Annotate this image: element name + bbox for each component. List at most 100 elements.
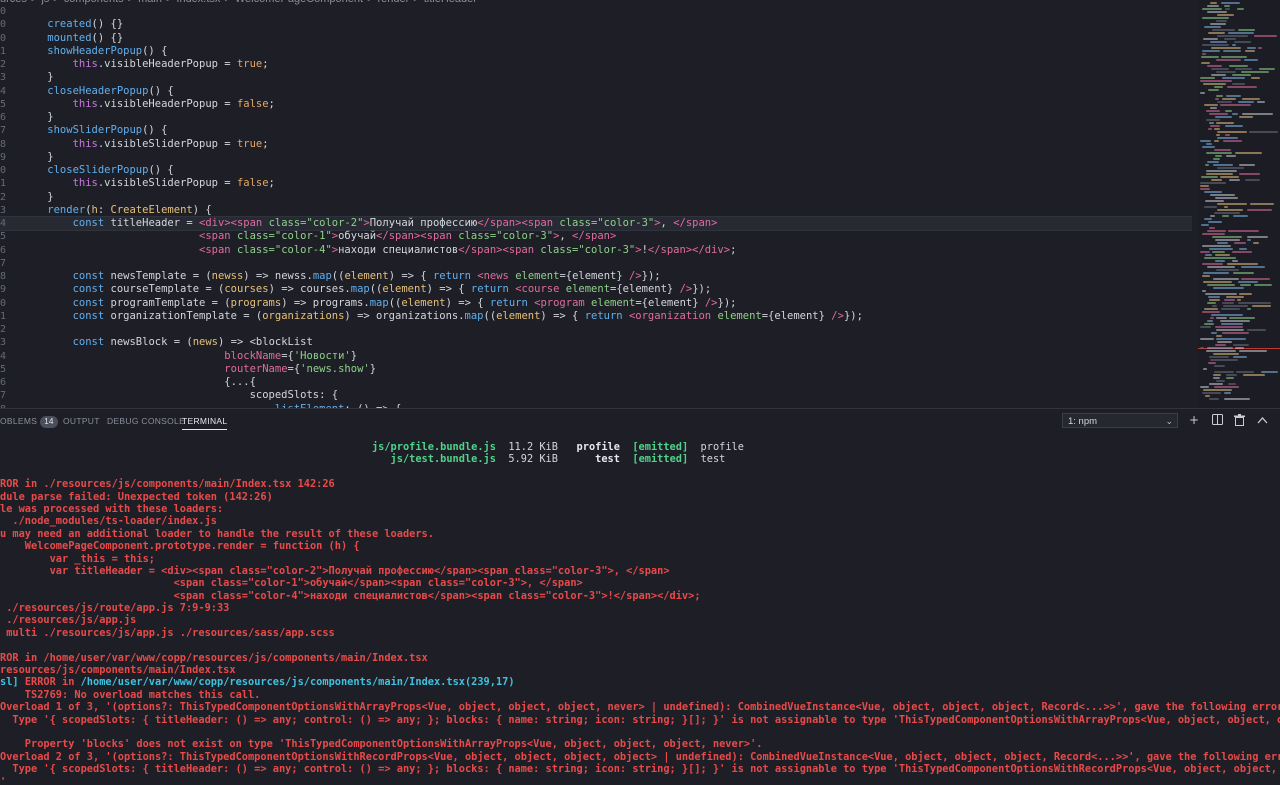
code-line[interactable]: 9 const courseTemplate = (courses) => co… bbox=[0, 283, 1192, 296]
tab-problems[interactable]: OBLEMS 14 bbox=[0, 416, 58, 428]
code-line[interactable]: 5 <span class="color-1">обучай</span><sp… bbox=[0, 230, 1192, 243]
minimap-stroke bbox=[1242, 98, 1260, 100]
code-token: ={element} bbox=[610, 283, 680, 296]
code-line[interactable]: 0 bbox=[0, 5, 1192, 18]
minimap-stroke bbox=[1213, 158, 1220, 160]
code-token: /> bbox=[679, 283, 693, 296]
line-number: 3 bbox=[0, 72, 7, 84]
code-line[interactable]: 7 bbox=[0, 257, 1192, 270]
minimap-stroke bbox=[1202, 290, 1206, 292]
minimap-stroke bbox=[1245, 50, 1255, 52]
minimap-stroke bbox=[1207, 302, 1216, 304]
code-line[interactable]: 1 this.visibleSliderPopup = false; bbox=[0, 177, 1192, 190]
minimap-stroke bbox=[1211, 332, 1217, 334]
chevron-up-icon[interactable] bbox=[1256, 414, 1268, 426]
terminal-line: ' bbox=[0, 776, 1280, 785]
code-line[interactable]: 3 } bbox=[0, 71, 1192, 84]
terminal-select[interactable]: 1: npm ⌄ bbox=[1062, 413, 1178, 428]
minimap[interactable] bbox=[1198, 0, 1280, 408]
code-line[interactable]: 1 showHeaderPopup() { bbox=[0, 45, 1192, 58]
code-token: }); bbox=[717, 296, 737, 309]
code-token: newsBlock = ( bbox=[110, 336, 193, 349]
terminal-text: <span class="color-4">находи специалисто… bbox=[0, 589, 701, 602]
terminal-text: profile bbox=[576, 441, 620, 453]
minimap-stroke bbox=[1222, 332, 1249, 334]
minimap-stroke bbox=[1225, 134, 1230, 136]
code-line[interactable]: 2 bbox=[0, 323, 1192, 336]
code-token: ; bbox=[262, 58, 269, 70]
split-terminal-icon[interactable] bbox=[1211, 414, 1223, 426]
code-token: <span bbox=[199, 243, 237, 256]
minimap-stroke bbox=[1228, 230, 1259, 232]
minimap-stroke bbox=[1202, 44, 1229, 46]
terminal-text: var titleHeader = <div><span class="colo… bbox=[0, 564, 670, 577]
minimap-stroke bbox=[1216, 329, 1244, 331]
code-line[interactable]: 3 const newsBlock = (news) => <blockList bbox=[0, 336, 1192, 349]
code-line[interactable]: 5 this.visibleHeaderPopup = false; bbox=[0, 98, 1192, 111]
code-token: const bbox=[22, 283, 111, 296]
code-token: .visibleSliderPopup = bbox=[97, 137, 237, 150]
code-token: (( bbox=[388, 296, 402, 309]
code-token: ) => <blockList bbox=[218, 336, 313, 349]
code-token: (( bbox=[369, 283, 383, 296]
minimap-stroke bbox=[1206, 350, 1236, 352]
minimap-stroke bbox=[1210, 359, 1238, 361]
code-line[interactable]: 7 scopedSlots: { bbox=[0, 389, 1192, 402]
code-line[interactable]: 5 routerName={'news.show'} bbox=[0, 363, 1192, 376]
code-line[interactable]: 2 } bbox=[0, 191, 1192, 204]
code-text: } bbox=[22, 111, 53, 124]
terminal-line: Type '{ scopedSlots: { titleHeader: () =… bbox=[0, 714, 1280, 726]
minimap-stroke bbox=[1210, 125, 1220, 127]
code-text: mounted() {} bbox=[22, 32, 123, 45]
code-token: class="color-1" bbox=[236, 230, 332, 243]
minimap-stroke bbox=[1214, 365, 1225, 367]
code-line[interactable]: 0 mounted() {} bbox=[0, 32, 1192, 45]
minimap-stroke bbox=[1247, 239, 1251, 241]
code-line[interactable]: 1 const organizationTemplate = (organiza… bbox=[0, 310, 1192, 323]
code-token: showHeaderPopup bbox=[22, 44, 143, 57]
code-line[interactable]: 2 this.visibleHeaderPopup = true; bbox=[0, 58, 1192, 71]
code-token: const bbox=[22, 217, 111, 229]
minimap-stroke bbox=[1238, 29, 1255, 31]
code-token: scopedSlots: { bbox=[22, 389, 339, 402]
tab-output[interactable]: OUTPUT bbox=[63, 416, 100, 426]
code-token: element bbox=[591, 296, 636, 309]
minimap-stroke bbox=[1215, 197, 1238, 199]
tab-debug-console[interactable]: DEBUG CONSOLE bbox=[107, 416, 185, 426]
code-token: () { bbox=[142, 124, 168, 137]
minimap-stroke bbox=[1208, 89, 1219, 91]
terminal-text: ROR in /home/user/var/www/copp/resources… bbox=[0, 651, 428, 664]
add-terminal-icon[interactable]: + bbox=[1188, 414, 1200, 426]
code-line[interactable]: 8 this.visibleSliderPopup = true; bbox=[0, 138, 1192, 151]
line-number: 5 bbox=[0, 363, 7, 375]
terminal-select-value: 1: npm bbox=[1068, 416, 1098, 427]
code-line[interactable]: 7 showSliderPopup() { bbox=[0, 124, 1192, 137]
minimap-stroke bbox=[1223, 305, 1248, 307]
panel-tabs: OBLEMS 14 OUTPUT DEBUG CONSOLE TERMINAL 1… bbox=[0, 409, 1280, 435]
code-line[interactable]: 4 closeHeaderPopup() { bbox=[0, 85, 1192, 98]
code-line[interactable]: 0 created() {} bbox=[0, 18, 1192, 31]
minimap-stroke bbox=[1249, 131, 1278, 133]
terminal-text: ./resources/js/app.js bbox=[0, 614, 137, 627]
code-line-current[interactable]: 4 const titleHeader = <div><span class="… bbox=[0, 215, 1192, 232]
code-line[interactable]: 0 const programTemplate = (programs) => … bbox=[0, 297, 1192, 310]
terminal-line: js/test.bundle.js 5.92 KiB test [emitted… bbox=[0, 453, 1280, 465]
line-number: 9 bbox=[0, 284, 7, 296]
trash-icon[interactable] bbox=[1233, 414, 1245, 426]
code-line[interactable]: 4 blockName={'Новости'} bbox=[0, 350, 1192, 363]
code-line[interactable]: 0 closeSliderPopup() { bbox=[0, 164, 1192, 177]
code-line[interactable]: 8 const newsTemplate = (newss) => newss.… bbox=[0, 270, 1192, 283]
minimap-stroke bbox=[1200, 185, 1209, 187]
terminal-output[interactable]: js/profile.bundle.js 11.2 KiB profile [e… bbox=[0, 441, 1280, 785]
code-line[interactable]: 6 <span class="color-4">находи специалис… bbox=[0, 244, 1192, 257]
code-line[interactable]: 6 } bbox=[0, 111, 1192, 124]
minimap-stroke bbox=[1206, 110, 1220, 112]
code-line[interactable]: 9 } bbox=[0, 151, 1192, 164]
code-token: programTemplate = ( bbox=[110, 296, 231, 309]
tab-terminal[interactable]: TERMINAL bbox=[182, 416, 228, 430]
code-line[interactable]: 6 {...{ bbox=[0, 376, 1192, 389]
code-line[interactable]: 3 render(h: CreateElement) { bbox=[0, 204, 1192, 217]
minimap-stroke bbox=[1232, 251, 1252, 253]
code-editor[interactable]: 00 created() {} 0 mounted() {} 1 showHeade… bbox=[0, 5, 1192, 408]
